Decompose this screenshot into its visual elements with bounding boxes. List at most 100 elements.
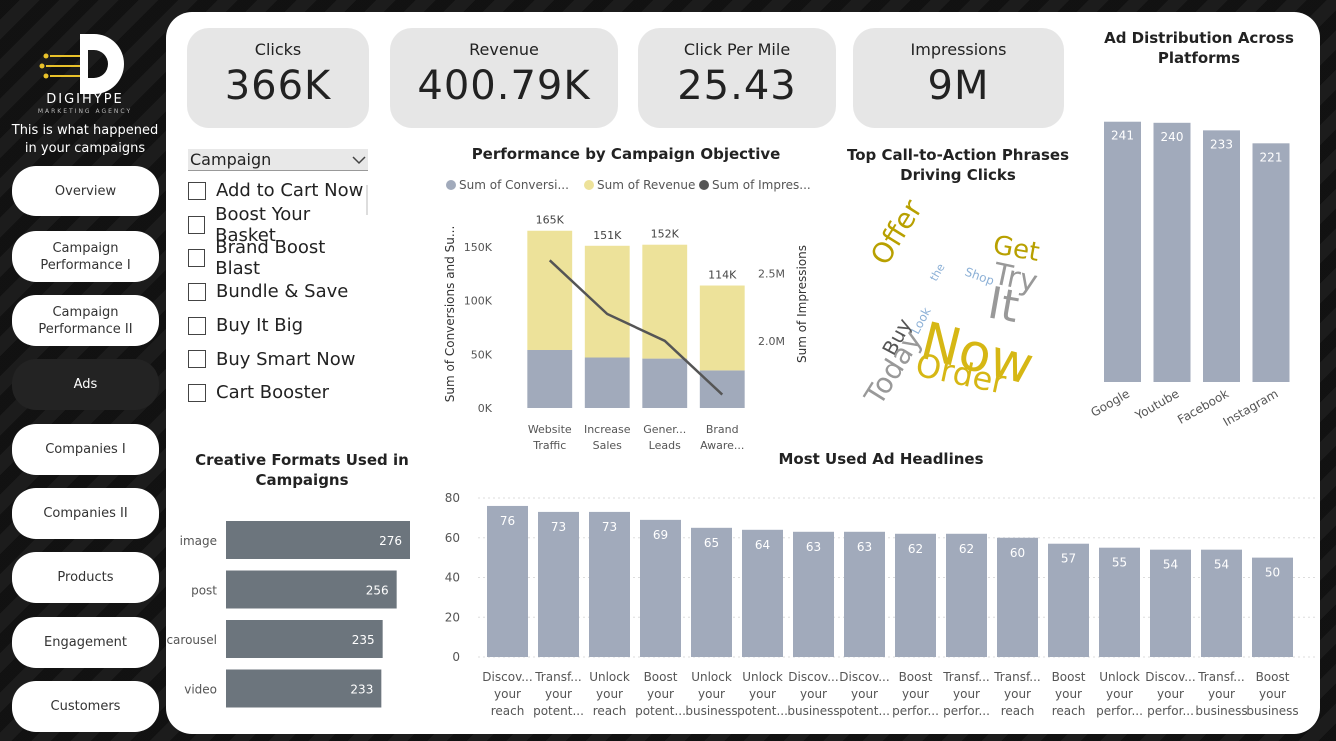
checkbox[interactable]: [188, 249, 206, 268]
nav-overview-button[interactable]: Overview: [12, 166, 159, 216]
x-tick-label: your: [698, 687, 725, 701]
checkbox[interactable]: [188, 350, 206, 369]
slicer-scrollbar[interactable]: [366, 185, 368, 215]
y-tick-label: post: [191, 584, 217, 598]
data-label: 69: [653, 528, 668, 542]
y-tick-label: 100K: [464, 295, 493, 308]
legend-marker: [584, 180, 594, 190]
x-tick-label: Aware...: [700, 439, 744, 450]
nav-companies-2-button[interactable]: Companies II: [12, 488, 159, 539]
nav-campaign-performance-1-button[interactable]: Campaign Performance I: [12, 231, 159, 282]
checkbox[interactable]: [188, 383, 206, 402]
x-tick-label: Transf...: [942, 670, 990, 684]
objective-chart-title: Performance by Campaign Objective: [471, 145, 781, 163]
slicer-item-label: Cart Booster: [216, 382, 330, 404]
headline-bar: [487, 505, 528, 657]
slicer-item[interactable]: Cart Booster: [188, 376, 368, 410]
impressions-line: [548, 259, 724, 396]
y2-tick-label: 2.5M: [758, 268, 785, 281]
x-tick-label: reach: [593, 704, 627, 718]
data-label: 55: [1112, 556, 1127, 570]
x-tick-label: Instagram: [1221, 386, 1281, 429]
wordcloud-word: Offer: [864, 197, 929, 271]
x-tick-label: your: [953, 687, 980, 701]
platform-chart-title: Ad Distribution Across Platforms: [1104, 29, 1294, 67]
y-tick-label: 0K: [478, 402, 493, 415]
x-tick-label: business: [685, 704, 737, 718]
x-tick-label: perfor...: [1147, 704, 1194, 718]
x-tick-label: Boost: [899, 670, 933, 684]
bar-conversions: [642, 358, 688, 408]
nav-campaign-performance-2-button[interactable]: Campaign Performance II: [12, 295, 159, 346]
platform-bar: [1203, 130, 1240, 382]
data-label: 235: [352, 633, 375, 647]
cta-wordcloud: Offer Get Try It the Shop Look Buy Now T…: [857, 197, 1041, 412]
slicer-title: Campaign: [190, 150, 272, 169]
y-tick-label: 150K: [464, 241, 493, 254]
slicer-item[interactable]: Buy Smart Now: [188, 342, 368, 376]
data-label: 240: [1161, 130, 1184, 144]
checkbox[interactable]: [188, 215, 206, 234]
x-tick-label: your: [851, 687, 878, 701]
x-tick-label: Boost: [644, 670, 678, 684]
wordcloud-word: the: [927, 261, 947, 283]
slicer-item[interactable]: Buy It Big: [188, 309, 368, 343]
slicer-item[interactable]: Brand Boost Blast: [188, 237, 368, 279]
x-tick-label: Unlock: [691, 670, 732, 684]
data-label: 152K: [651, 228, 680, 241]
data-label: 62: [959, 542, 974, 556]
data-label: 233: [1210, 137, 1233, 151]
sidebar: DIGIHYPE MARKETING AGENCY This is what h…: [0, 0, 170, 741]
nav-label: Companies II: [43, 506, 128, 521]
kpi-label: Clicks: [254, 40, 302, 59]
nav-label: Customers: [50, 699, 121, 714]
x-tick-label: business: [1195, 704, 1247, 718]
x-tick-label: Transf...: [993, 670, 1041, 684]
slicer-item-label: Add to Cart Now: [216, 180, 364, 202]
x-tick-label: Boost: [1052, 670, 1086, 684]
x-tick-label: Unlock: [1099, 670, 1140, 684]
nav-customers-button[interactable]: Customers: [12, 681, 159, 732]
slicer-dropdown[interactable]: Campaign: [188, 149, 368, 171]
nav-products-button[interactable]: Products: [12, 552, 159, 603]
nav-companies-1-button[interactable]: Companies I: [12, 424, 159, 475]
legend-marker: [699, 180, 709, 190]
x-tick-label: Discov...: [1145, 670, 1195, 684]
kpi-card-impressions: Impressions 9M: [853, 28, 1064, 128]
x-tick-label: Google: [1088, 386, 1132, 419]
x-tick-label: perfor...: [1096, 704, 1143, 718]
data-label: 64: [755, 538, 770, 552]
data-label: 76: [500, 514, 515, 528]
campaign-slicer: Campaign Add to Cart Now Boost Your Bask…: [188, 149, 368, 419]
data-label: 54: [1214, 558, 1229, 572]
checkbox[interactable]: [188, 316, 206, 335]
objective-chart: Sum of Conversi... Sum of Revenue Sum of I…: [443, 178, 811, 450]
bar-conversions: [527, 349, 573, 408]
x-tick-label: your: [1004, 687, 1031, 701]
x-tick-label: perfor...: [892, 704, 939, 718]
y-tick-label: carousel: [166, 633, 217, 647]
bar-conversions: [699, 370, 745, 408]
x-tick-label: Boost: [1256, 670, 1290, 684]
checkbox[interactable]: [188, 282, 206, 301]
x-tick-label: Unlock: [742, 670, 783, 684]
kpi-label: Click Per Mile: [683, 40, 791, 59]
x-tick-label: your: [596, 687, 623, 701]
x-tick-label: Brand: [706, 423, 739, 436]
x-tick-label: your: [902, 687, 929, 701]
slicer-item[interactable]: Bundle & Save: [188, 275, 368, 309]
checkbox[interactable]: [188, 181, 206, 200]
data-label: 57: [1061, 552, 1076, 566]
kpi-card-clicks: Clicks 366K: [187, 28, 369, 128]
x-tick-label: your: [647, 687, 674, 701]
nav-engagement-button[interactable]: Engagement: [12, 617, 159, 668]
bar-revenue: [584, 245, 630, 358]
x-tick-label: potent...: [635, 704, 686, 718]
legend-marker: [446, 180, 456, 190]
nav-ads-button[interactable]: Ads: [12, 359, 159, 410]
data-label: 165K: [536, 214, 565, 227]
x-tick-label: your: [545, 687, 572, 701]
y-tick-label: 80: [445, 491, 460, 505]
x-tick-label: potent...: [737, 704, 788, 718]
x-tick-label: potent...: [533, 704, 584, 718]
